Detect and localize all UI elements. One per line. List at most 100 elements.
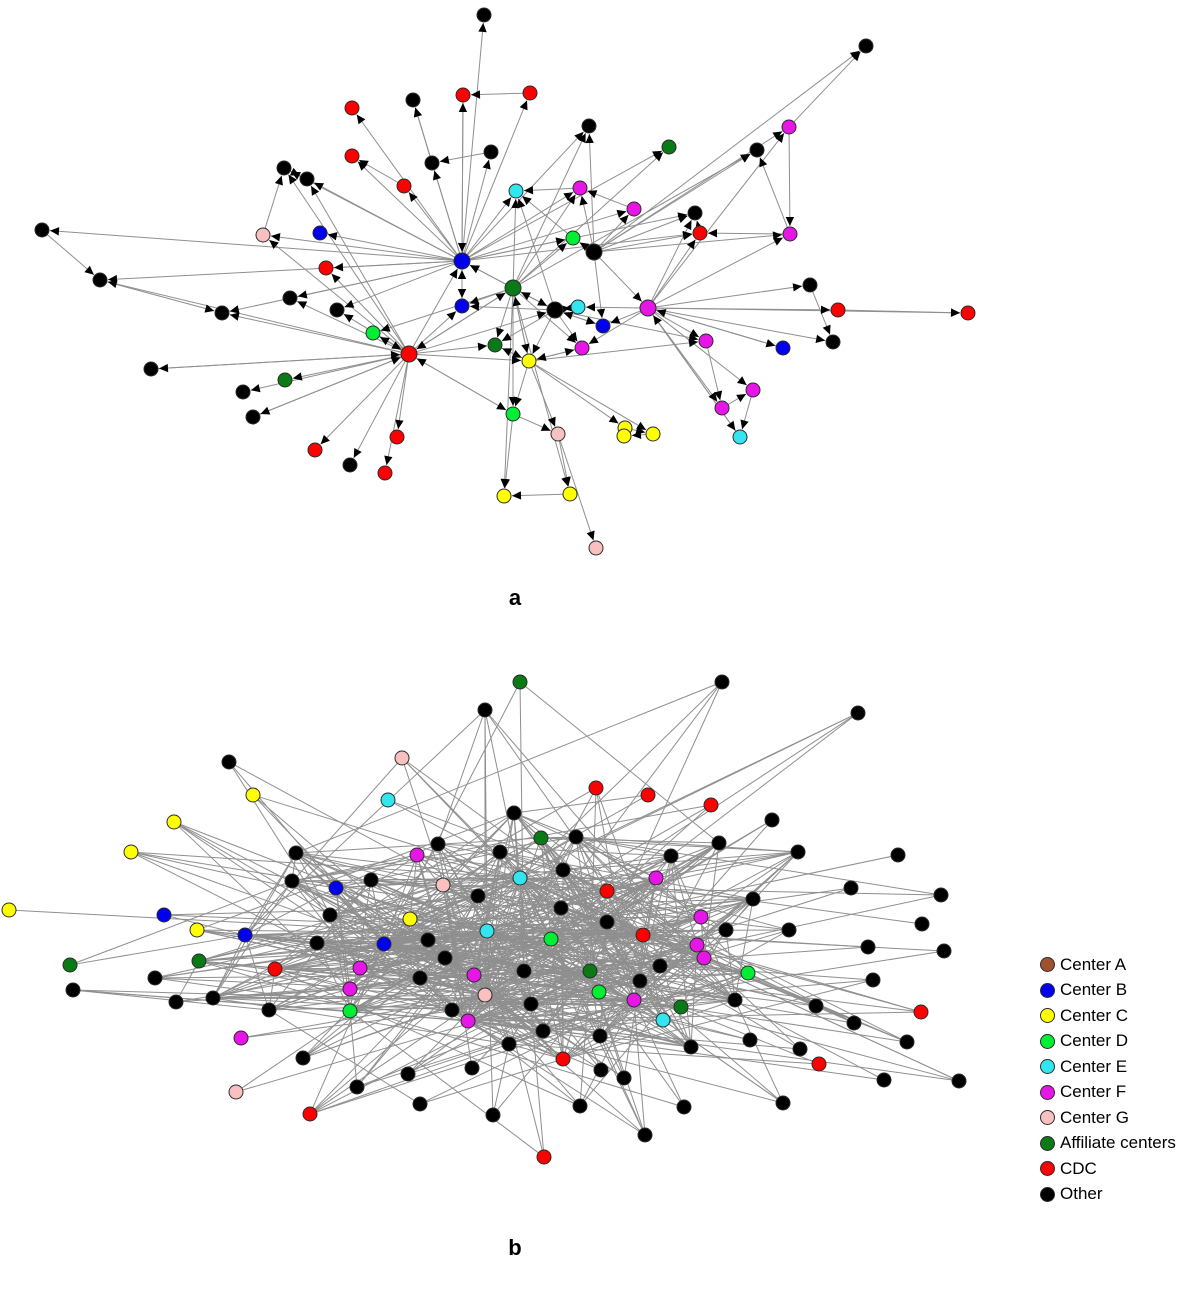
network-node[interactable] [352,960,368,976]
network-node[interactable] [318,260,334,276]
network-node[interactable] [400,345,418,363]
network-node[interactable] [329,302,345,318]
network-node[interactable] [582,963,598,979]
network-node[interactable] [342,1003,358,1019]
network-node[interactable] [166,814,182,830]
network-node[interactable] [740,965,756,981]
network-node[interactable] [696,950,712,966]
network-node[interactable] [555,1051,571,1067]
network-node[interactable] [592,1028,608,1044]
network-node[interactable] [960,305,976,321]
network-node[interactable] [635,927,651,943]
network-node[interactable] [405,92,421,108]
network-node[interactable] [92,272,108,288]
network-node[interactable] [376,936,392,952]
network-node[interactable] [412,1096,428,1112]
network-node[interactable] [191,953,207,969]
network-node[interactable] [143,361,159,377]
network-node[interactable] [470,888,486,904]
network-node[interactable] [396,178,412,194]
network-node[interactable] [402,911,418,927]
network-node[interactable] [860,939,876,955]
network-node[interactable] [365,325,381,341]
network-node[interactable] [453,252,471,270]
network-node[interactable] [572,180,588,196]
network-node[interactable] [400,1066,416,1082]
network-node[interactable] [501,1036,517,1052]
network-node[interactable] [693,909,709,925]
network-node[interactable] [555,862,571,878]
network-node[interactable] [420,932,436,948]
network-node[interactable] [858,38,874,54]
network-node[interactable] [595,318,611,334]
network-node[interactable] [825,334,841,350]
network-node[interactable] [477,987,493,1003]
network-node[interactable] [344,100,360,116]
network-node[interactable] [749,142,765,158]
network-node[interactable] [435,877,451,893]
network-node[interactable] [261,1002,277,1018]
network-node[interactable] [913,1004,929,1020]
network-node[interactable] [546,301,564,319]
network-node[interactable] [506,805,522,821]
network-node[interactable] [533,830,549,846]
network-node[interactable] [312,225,328,241]
network-node[interactable] [479,923,495,939]
network-node[interactable] [714,674,730,690]
network-node[interactable] [543,931,559,947]
network-node[interactable] [477,702,493,718]
network-node[interactable] [652,958,668,974]
network-node[interactable] [850,705,866,721]
network-node[interactable] [808,998,824,1014]
network-node[interactable] [781,922,797,938]
network-node[interactable] [727,992,743,1008]
network-node[interactable] [936,943,952,959]
network-node[interactable] [267,961,283,977]
network-node[interactable] [295,1050,311,1066]
network-node[interactable] [237,927,253,943]
network-node[interactable] [444,1002,460,1018]
network-node[interactable] [535,1023,551,1039]
network-node[interactable] [655,1012,671,1028]
network-node[interactable] [430,836,446,852]
network-node[interactable] [899,1034,915,1050]
network-node[interactable] [782,226,798,242]
network-node[interactable] [1,902,17,918]
network-node[interactable] [565,230,581,246]
network-node[interactable] [593,1062,609,1078]
network-node[interactable] [661,139,677,155]
network-node[interactable] [626,201,642,217]
network-node[interactable] [284,873,300,889]
network-node[interactable] [703,797,719,813]
network-node[interactable] [764,812,780,828]
network-node[interactable] [322,907,338,923]
network-node[interactable] [464,1060,480,1076]
network-node[interactable] [349,1079,365,1095]
network-node[interactable] [342,981,358,997]
network-node[interactable] [914,916,930,932]
network-node[interactable] [34,222,50,238]
network-node[interactable] [516,963,532,979]
network-node[interactable] [550,426,566,442]
network-node[interactable] [299,171,315,187]
network-node[interactable] [492,844,508,860]
network-node[interactable] [302,1106,318,1122]
network-node[interactable] [616,428,632,444]
network-node[interactable] [683,1039,699,1055]
network-node[interactable] [123,844,139,860]
network-node[interactable] [687,205,703,221]
network-node[interactable] [775,1095,791,1111]
network-node[interactable] [648,870,664,886]
network-node[interactable] [512,870,528,886]
network-node[interactable] [588,540,604,556]
network-node[interactable] [676,1099,692,1115]
network-node[interactable] [485,1107,501,1123]
network-node[interactable] [588,780,604,796]
network-node[interactable] [454,298,470,314]
network-node[interactable] [437,950,453,966]
network-node[interactable] [245,787,261,803]
network-node[interactable] [255,227,271,243]
network-node[interactable] [522,85,538,101]
network-node[interactable] [830,302,846,318]
network-node[interactable] [363,872,379,888]
